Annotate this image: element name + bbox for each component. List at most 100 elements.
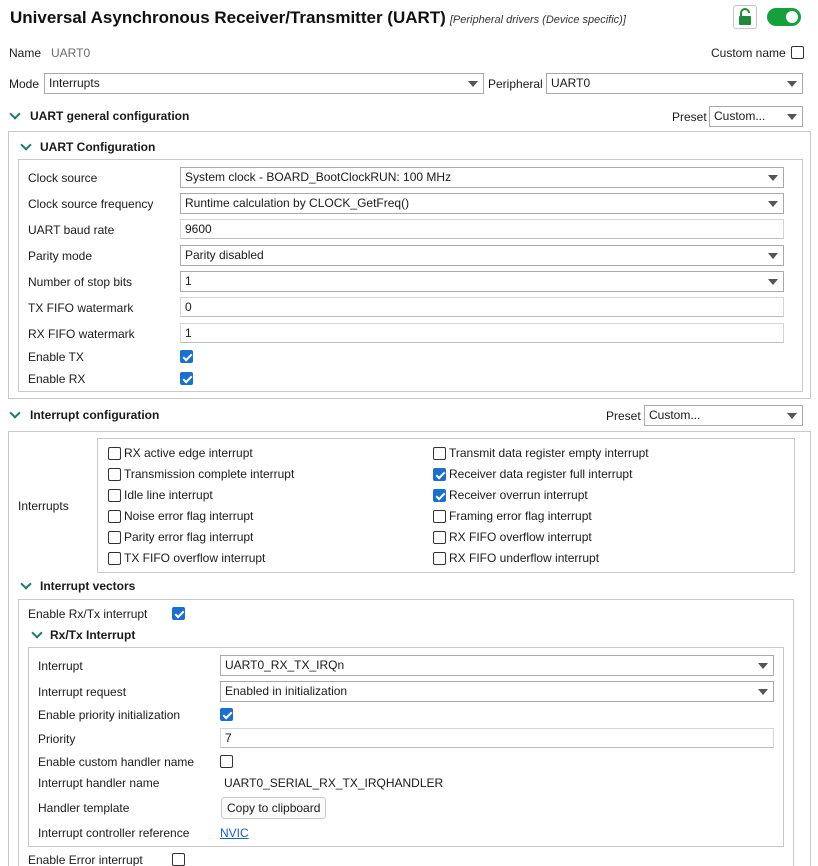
- peripheral-label: Peripheral: [488, 77, 543, 91]
- transmission-complete-label: Transmission complete interrupt: [124, 467, 295, 481]
- interrupt-value: UART0_RX_TX_IRQn: [225, 658, 345, 672]
- handler-name-value: UART0_SERIAL_RX_TX_IRQHANDLER: [224, 776, 444, 790]
- rx-fifo-overflow-label: RX FIFO overflow interrupt: [449, 530, 592, 544]
- mode-label: Mode: [9, 77, 40, 91]
- idle-line-checkbox[interactable]: [108, 489, 121, 502]
- custom-handler-label: Enable custom handler name: [38, 755, 195, 769]
- interrupt-request-label: Interrupt request: [38, 685, 127, 699]
- custom-name-checkbox[interactable]: [791, 46, 804, 59]
- framing-error-label: Framing error flag interrupt: [449, 509, 592, 523]
- parity-label: Parity mode: [28, 249, 93, 263]
- peripheral-value: UART0: [551, 76, 591, 90]
- enable-rxtx-checkbox[interactable]: [172, 607, 185, 620]
- custom-name-label: Custom name: [711, 46, 786, 60]
- chevron-down-icon: [758, 689, 768, 695]
- chevron-down-icon: [768, 201, 778, 207]
- title-text: Universal Asynchronous Receiver/Transmit…: [10, 8, 446, 27]
- collapse-general-icon[interactable]: [9, 108, 21, 120]
- chevron-down-icon: [468, 81, 478, 87]
- tx-fifo-input[interactable]: 0: [180, 297, 784, 317]
- baud-input[interactable]: 9600: [180, 219, 784, 239]
- name-label: Name: [9, 46, 42, 60]
- tx-data-empty-label: Transmit data register empty interrupt: [449, 446, 649, 460]
- baud-label: UART baud rate: [28, 223, 115, 237]
- enable-tx-label: Enable TX: [28, 350, 84, 364]
- interrupt-request-value: Enabled in initialization: [225, 684, 348, 698]
- interrupt-select[interactable]: UART0_RX_TX_IRQn: [220, 655, 774, 676]
- parity-error-checkbox[interactable]: [108, 531, 121, 544]
- peripheral-select[interactable]: UART0: [546, 73, 803, 94]
- stop-bits-select[interactable]: 1: [180, 271, 784, 292]
- tx-fifo-overflow-label: TX FIFO overflow interrupt: [124, 551, 266, 565]
- chevron-down-icon: [787, 114, 797, 120]
- parity-select[interactable]: Parity disabled: [180, 245, 784, 266]
- priority-input[interactable]: 7: [220, 728, 774, 748]
- tx-fifo-overflow-checkbox[interactable]: [108, 552, 121, 565]
- clock-source-label: Clock source: [28, 171, 98, 185]
- vectors-title: Interrupt vectors: [40, 579, 136, 593]
- name-value: UART0: [51, 46, 91, 60]
- priority-init-checkbox[interactable]: [220, 708, 233, 721]
- collapse-interrupt-icon[interactable]: [9, 407, 21, 419]
- tx-fifo-label: TX FIFO watermark: [28, 301, 134, 315]
- lock-button[interactable]: [733, 5, 757, 29]
- parity-error-label: Parity error flag interrupt: [124, 530, 254, 544]
- interrupt-request-select[interactable]: Enabled in initialization: [220, 681, 774, 702]
- chevron-down-icon: [768, 175, 778, 181]
- chevron-down-icon: [768, 279, 778, 285]
- custom-handler-checkbox[interactable]: [220, 755, 233, 768]
- copy-to-clipboard-button[interactable]: Copy to clipboard: [221, 797, 327, 819]
- priority-init-label: Enable priority initialization: [38, 708, 181, 722]
- enable-rx-label: Enable RX: [28, 372, 86, 386]
- stop-bits-value: 1: [185, 274, 192, 288]
- component-enabled-toggle[interactable]: [767, 8, 801, 26]
- rx-active-edge-checkbox[interactable]: [108, 447, 121, 460]
- rx-fifo-overflow-checkbox[interactable]: [433, 531, 446, 544]
- interrupt-preset-label: Preset: [606, 409, 641, 423]
- rx-data-full-label: Receiver data register full interrupt: [449, 467, 633, 481]
- rx-fifo-underflow-checkbox[interactable]: [433, 552, 446, 565]
- rx-overrun-label: Receiver overrun interrupt: [449, 488, 588, 502]
- clock-source-value: System clock - BOARD_BootClockRUN: 100 M…: [185, 170, 452, 184]
- interrupt-label: Interrupt: [38, 659, 83, 673]
- parity-value: Parity disabled: [185, 248, 264, 262]
- clock-freq-value: Runtime calculation by CLOCK_GetFreq(): [185, 196, 410, 210]
- chevron-down-icon: [787, 81, 797, 87]
- clock-freq-select[interactable]: Runtime calculation by CLOCK_GetFreq(): [180, 193, 784, 214]
- rx-fifo-underflow-label: RX FIFO underflow interrupt: [449, 551, 600, 565]
- enable-rxtx-label: Enable Rx/Tx interrupt: [28, 607, 148, 621]
- rx-data-full-checkbox[interactable]: [433, 468, 446, 481]
- noise-error-checkbox[interactable]: [108, 510, 121, 523]
- chevron-down-icon: [787, 413, 797, 419]
- tx-data-empty-checkbox[interactable]: [433, 447, 446, 460]
- enable-error-label: Enable Error interrupt: [28, 853, 143, 866]
- handler-template-label: Handler template: [38, 801, 130, 815]
- framing-error-checkbox[interactable]: [433, 510, 446, 523]
- mode-value: Interrupts: [49, 76, 100, 90]
- interrupts-label: Interrupts: [18, 499, 69, 513]
- stop-bits-label: Number of stop bits: [28, 275, 133, 289]
- clock-source-select[interactable]: System clock - BOARD_BootClockRUN: 100 M…: [180, 167, 784, 188]
- mode-select[interactable]: Interrupts: [44, 73, 484, 94]
- controller-ref-label: Interrupt controller reference: [38, 826, 190, 840]
- page-subtitle: [Peripheral drivers (Device specific)]: [449, 14, 626, 26]
- enable-tx-checkbox[interactable]: [180, 350, 193, 363]
- rx-fifo-input[interactable]: 1: [180, 323, 784, 343]
- enable-error-checkbox[interactable]: [172, 853, 185, 866]
- unlock-icon: [739, 8, 751, 25]
- interrupt-section-title: Interrupt configuration: [30, 408, 160, 422]
- rx-fifo-label: RX FIFO watermark: [28, 327, 135, 341]
- uart-config-title: UART Configuration: [40, 140, 156, 154]
- handler-name-label: Interrupt handler name: [38, 776, 160, 790]
- general-preset-label: Preset: [672, 110, 707, 124]
- rx-overrun-checkbox[interactable]: [433, 489, 446, 502]
- general-section-title: UART general configuration: [30, 109, 190, 123]
- interrupt-preset-select[interactable]: Custom...: [644, 405, 803, 426]
- transmission-complete-checkbox[interactable]: [108, 468, 121, 481]
- nvic-link[interactable]: NVIC: [220, 825, 249, 841]
- general-preset-select[interactable]: Custom...: [709, 106, 803, 127]
- clock-freq-label: Clock source frequency: [28, 197, 154, 211]
- chevron-down-icon: [758, 663, 768, 669]
- general-preset-value: Custom...: [714, 109, 766, 123]
- enable-rx-checkbox[interactable]: [180, 372, 193, 385]
